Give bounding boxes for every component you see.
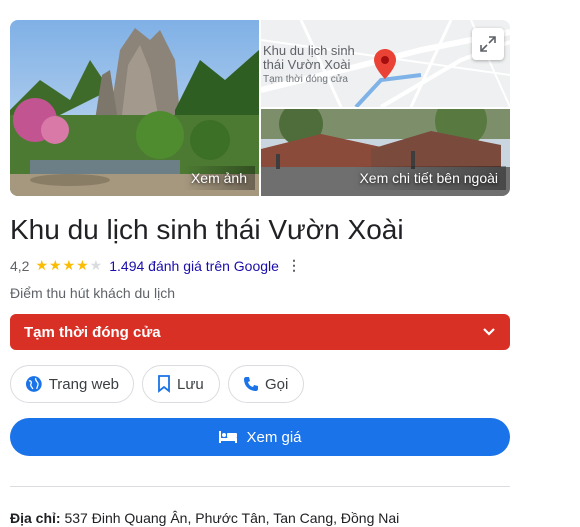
reviews-link[interactable]: 1.494 đánh giá trên Google xyxy=(109,258,279,274)
address-value[interactable]: 537 Đinh Quang Ân, Phước Tân, Tan Cang, … xyxy=(64,510,399,526)
temporarily-closed-bar[interactable]: Tạm thời đóng cửa xyxy=(10,314,510,350)
expand-icon xyxy=(480,36,496,52)
website-label: Trang web xyxy=(48,375,119,393)
save-button[interactable]: Lưu xyxy=(142,365,220,403)
bed-icon xyxy=(219,431,238,443)
map-place-label: Khu du lịch sinh thái Vườn Xoài Tạm thời… xyxy=(263,44,355,87)
more-options-icon[interactable]: ⋮ xyxy=(285,257,303,274)
address-label: Địa chỉ: xyxy=(10,510,61,526)
map-place-name-1: Khu du lịch sinh xyxy=(263,43,355,58)
map-place-name-2: thái Vườn Xoài xyxy=(263,57,351,72)
main-photo[interactable]: Xem ảnh xyxy=(10,20,259,196)
view-price-label: Xem giá xyxy=(246,428,302,446)
media-gallery: Xem ảnh Khu du lịch sinh thái Vườn Xoài … xyxy=(10,20,510,196)
call-button[interactable]: Gọi xyxy=(228,365,304,403)
bookmark-icon xyxy=(158,375,170,393)
closed-status-label: Tạm thời đóng cửa xyxy=(24,323,161,341)
address-line: Địa chỉ: 537 Đinh Quang Ân, Phước Tân, T… xyxy=(10,510,399,526)
save-label: Lưu xyxy=(177,375,204,393)
map-preview[interactable]: Khu du lịch sinh thái Vườn Xoài Tạm thời… xyxy=(261,20,510,107)
view-photos-label: Xem ảnh xyxy=(182,166,255,190)
map-place-status: Tạm thời đóng cửa xyxy=(263,74,348,85)
chevron-down-icon xyxy=(483,328,495,336)
expand-map-button[interactable] xyxy=(472,28,504,60)
phone-icon xyxy=(244,377,258,391)
action-chips: Trang web Lưu Gọi xyxy=(10,365,304,403)
map-pin-icon[interactable] xyxy=(374,49,396,84)
call-label: Gọi xyxy=(265,375,289,393)
globe-icon xyxy=(25,376,42,392)
star-rating-icon: ★★★★★ xyxy=(35,257,104,273)
street-view-label: Xem chi tiết bên ngoài xyxy=(351,166,506,190)
rating-row: 4,2 ★★★★★ 1.494 đánh giá trên Google ⋮ xyxy=(10,257,303,274)
street-view-preview[interactable]: Xem chi tiết bên ngoài xyxy=(261,109,510,196)
section-divider xyxy=(10,486,510,487)
rating-score: 4,2 xyxy=(10,257,30,274)
place-category: Điểm thu hút khách du lịch xyxy=(10,285,175,301)
view-price-button[interactable]: Xem giá xyxy=(10,418,510,456)
website-button[interactable]: Trang web xyxy=(10,365,134,403)
place-title: Khu du lịch sinh thái Vườn Xoài xyxy=(10,214,404,245)
